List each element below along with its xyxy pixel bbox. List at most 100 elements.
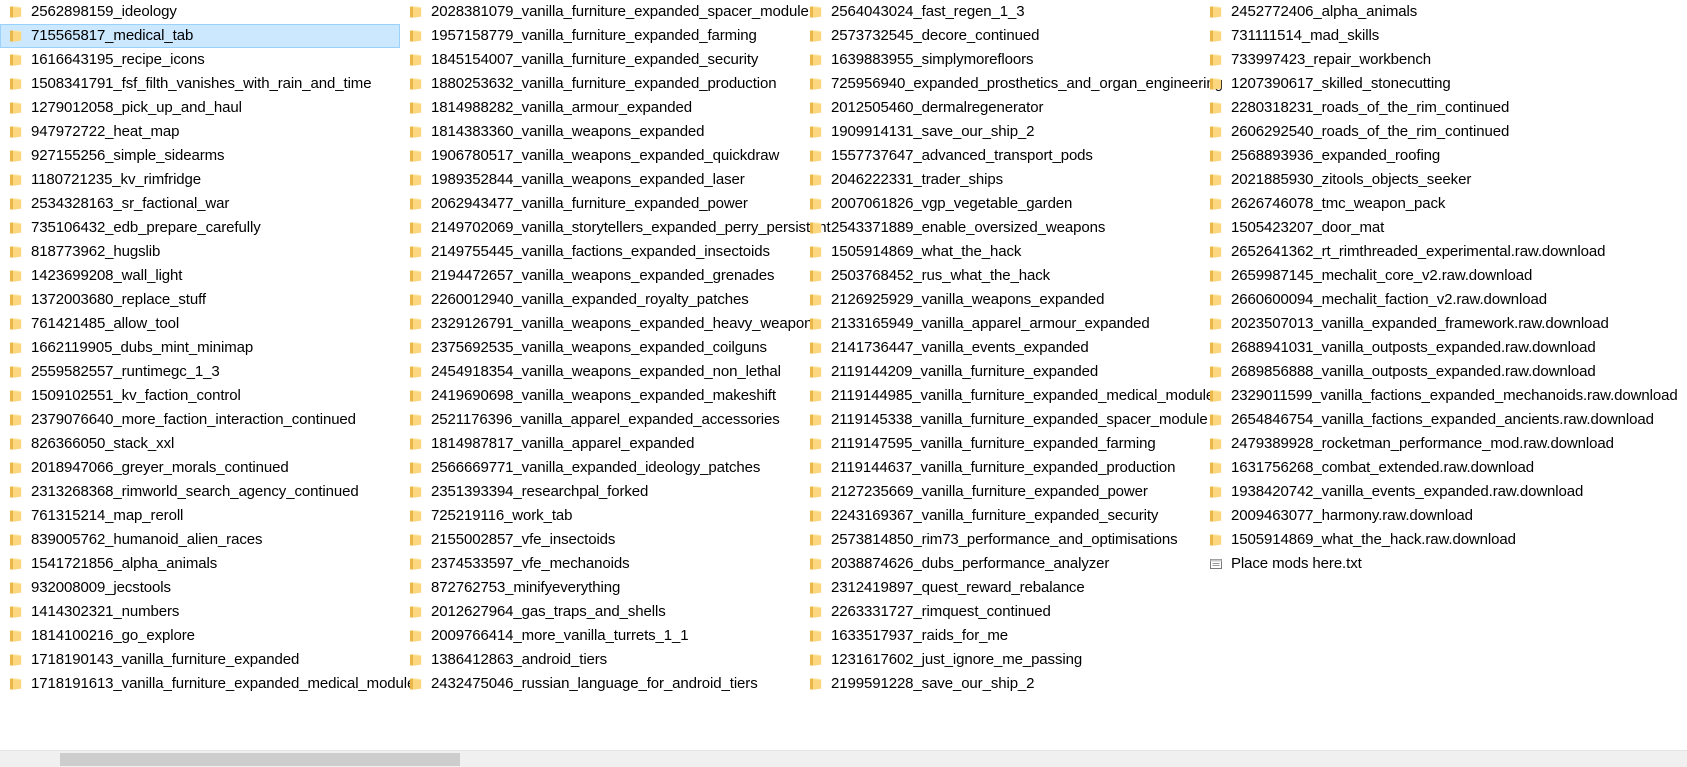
- file-row[interactable]: 1505914869_what_the_hack: [800, 240, 1200, 264]
- file-row[interactable]: 1938420742_vanilla_events_expanded.raw.d…: [1200, 480, 1687, 504]
- file-row[interactable]: 2012505460_dermalregenerator: [800, 96, 1200, 120]
- file-row[interactable]: 2023507013_vanilla_expanded_framework.ra…: [1200, 312, 1687, 336]
- file-row[interactable]: 2007061826_vgp_vegetable_garden: [800, 192, 1200, 216]
- file-row[interactable]: 2194472657_vanilla_weapons_expanded_gren…: [400, 264, 800, 288]
- file-row[interactable]: 2062943477_vanilla_furniture_expanded_po…: [400, 192, 800, 216]
- file-row[interactable]: 2559582557_runtimegc_1_3: [0, 360, 400, 384]
- file-row[interactable]: 2689856888_vanilla_outposts_expanded.raw…: [1200, 360, 1687, 384]
- file-row[interactable]: 2564043024_fast_regen_1_3: [800, 0, 1200, 24]
- horizontal-scrollbar[interactable]: [0, 750, 1687, 767]
- file-row[interactable]: 2263331727_rimquest_continued: [800, 600, 1200, 624]
- file-row[interactable]: 2149755445_vanilla_factions_expanded_ins…: [400, 240, 800, 264]
- file-row[interactable]: 761421485_allow_tool: [0, 312, 400, 336]
- file-row[interactable]: 2521176396_vanilla_apparel_expanded_acce…: [400, 408, 800, 432]
- file-row[interactable]: 1814988282_vanilla_armour_expanded: [400, 96, 800, 120]
- file-row[interactable]: 2432475046_russian_language_for_android_…: [400, 672, 800, 696]
- file-row[interactable]: 1814100216_go_explore: [0, 624, 400, 648]
- file-row[interactable]: 1906780517_vanilla_weapons_expanded_quic…: [400, 144, 800, 168]
- file-row[interactable]: 1880253632_vanilla_furniture_expanded_pr…: [400, 72, 800, 96]
- file-row[interactable]: 1814987817_vanilla_apparel_expanded: [400, 432, 800, 456]
- file-row[interactable]: 2149702069_vanilla_storytellers_expanded…: [400, 216, 831, 240]
- file-row[interactable]: 2374533597_vfe_mechanoids: [400, 552, 800, 576]
- file-row[interactable]: 2419690698_vanilla_weapons_expanded_make…: [400, 384, 800, 408]
- file-row[interactable]: 947972722_heat_map: [0, 120, 400, 144]
- file-row[interactable]: 1279012058_pick_up_and_haul: [0, 96, 400, 120]
- scrollbar-thumb[interactable]: [60, 753, 460, 766]
- file-row[interactable]: 2379076640_more_faction_interaction_cont…: [0, 408, 400, 432]
- file-row[interactable]: 761315214_map_reroll: [0, 504, 400, 528]
- file-row[interactable]: 2573732545_decore_continued: [800, 24, 1200, 48]
- file-row[interactable]: 872762753_minifyeverything: [400, 576, 800, 600]
- file-row[interactable]: 2660600094_mechalit_faction_v2.raw.downl…: [1200, 288, 1687, 312]
- file-row[interactable]: 2562898159_ideology: [0, 0, 400, 24]
- file-row[interactable]: 1616643195_recipe_icons: [0, 48, 400, 72]
- file-row[interactable]: 2688941031_vanilla_outposts_expanded.raw…: [1200, 336, 1687, 360]
- file-row-selected[interactable]: 715565817_medical_tab: [0, 24, 400, 48]
- file-row[interactable]: 1207390617_skilled_stonecutting: [1200, 72, 1687, 96]
- file-row[interactable]: 2126925929_vanilla_weapons_expanded: [800, 288, 1200, 312]
- file-row[interactable]: 1909914131_save_our_ship_2: [800, 120, 1200, 144]
- file-row[interactable]: 2329126791_vanilla_weapons_expanded_heav…: [400, 312, 820, 336]
- file-row[interactable]: 1957158779_vanilla_furniture_expanded_fa…: [400, 24, 800, 48]
- file-row[interactable]: 1541721856_alpha_animals: [0, 552, 400, 576]
- file-row[interactable]: 2133165949_vanilla_apparel_armour_expand…: [800, 312, 1200, 336]
- file-row[interactable]: 2018947066_greyer_morals_continued: [0, 456, 400, 480]
- file-row[interactable]: 2009766414_more_vanilla_turrets_1_1: [400, 624, 800, 648]
- file-row[interactable]: 2606292540_roads_of_the_rim_continued: [1200, 120, 1687, 144]
- scrollbar-track-left[interactable]: [0, 751, 60, 767]
- file-row[interactable]: 1505914869_what_the_hack.raw.download: [1200, 528, 1687, 552]
- file-row[interactable]: 1180721235_kv_rimfridge: [0, 168, 400, 192]
- file-row[interactable]: 2375692535_vanilla_weapons_expanded_coil…: [400, 336, 800, 360]
- file-row[interactable]: 1505423207_door_mat: [1200, 216, 1687, 240]
- file-row[interactable]: 1386412863_android_tiers: [400, 648, 800, 672]
- file-list-view[interactable]: 2562898159_ideology 715565817_medical_tab…: [0, 0, 1687, 711]
- file-row[interactable]: 2243169367_vanilla_furniture_expanded_se…: [800, 504, 1200, 528]
- file-row[interactable]: 2021885930_zitools_objects_seeker: [1200, 168, 1687, 192]
- file-row[interactable]: 1372003680_replace_stuff: [0, 288, 400, 312]
- file-row[interactable]: 2038874626_dubs_performance_analyzer: [800, 552, 1200, 576]
- file-row[interactable]: 2312419897_quest_reward_rebalance: [800, 576, 1200, 600]
- file-row[interactable]: 2503768452_rus_what_the_hack: [800, 264, 1200, 288]
- file-row[interactable]: 2568893936_expanded_roofing: [1200, 144, 1687, 168]
- file-row[interactable]: 2260012940_vanilla_expanded_royalty_patc…: [400, 288, 800, 312]
- file-row[interactable]: 818773962_hugslib: [0, 240, 400, 264]
- file-row[interactable]: 733997423_repair_workbench: [1200, 48, 1687, 72]
- file-row[interactable]: 932008009_jecstools: [0, 576, 400, 600]
- file-row[interactable]: 1633517937_raids_for_me: [800, 624, 1200, 648]
- file-row[interactable]: 725219116_work_tab: [400, 504, 800, 528]
- file-row[interactable]: 2351393394_researchpal_forked: [400, 480, 800, 504]
- file-row[interactable]: 1718190143_vanilla_furniture_expanded: [0, 648, 400, 672]
- file-row[interactable]: 2119147595_vanilla_furniture_expanded_fa…: [800, 432, 1200, 456]
- file-row[interactable]: 2280318231_roads_of_the_rim_continued: [1200, 96, 1687, 120]
- file-row[interactable]: 2659987145_mechalit_core_v2.raw.download: [1200, 264, 1687, 288]
- file-row[interactable]: 2119145338_vanilla_furniture_expanded_sp…: [800, 408, 1208, 432]
- file-row[interactable]: 2127235669_vanilla_furniture_expanded_po…: [800, 480, 1200, 504]
- file-row[interactable]: 2452772406_alpha_animals: [1200, 0, 1687, 24]
- file-row[interactable]: 1414302321_numbers: [0, 600, 400, 624]
- file-row[interactable]: 1231617602_just_ignore_me_passing: [800, 648, 1200, 672]
- file-row[interactable]: 1631756268_combat_extended.raw.download: [1200, 456, 1687, 480]
- file-row[interactable]: 2155002857_vfe_insectoids: [400, 528, 800, 552]
- file-row[interactable]: 725956940_expanded_prosthetics_and_organ…: [800, 72, 1223, 96]
- file-row[interactable]: 1662119905_dubs_mint_minimap: [0, 336, 400, 360]
- file-row[interactable]: 2626746078_tmc_weapon_pack: [1200, 192, 1687, 216]
- file-row[interactable]: 1509102551_kv_faction_control: [0, 384, 400, 408]
- file-row[interactable]: 1989352844_vanilla_weapons_expanded_lase…: [400, 168, 800, 192]
- file-row[interactable]: 2454918354_vanilla_weapons_expanded_non_…: [400, 360, 800, 384]
- file-row[interactable]: 1557737647_advanced_transport_pods: [800, 144, 1200, 168]
- file-row[interactable]: 2119144209_vanilla_furniture_expanded: [800, 360, 1200, 384]
- file-row[interactable]: 2313268368_rimworld_search_agency_contin…: [0, 480, 400, 504]
- file-row[interactable]: 1639883955_simplymorefloors: [800, 48, 1200, 72]
- file-row[interactable]: 2543371889_enable_oversized_weapons: [800, 216, 1200, 240]
- file-row[interactable]: 2119144637_vanilla_furniture_expanded_pr…: [800, 456, 1200, 480]
- file-row[interactable]: 1814383360_vanilla_weapons_expanded: [400, 120, 800, 144]
- file-row[interactable]: 735106432_edb_prepare_carefully: [0, 216, 400, 240]
- file-row[interactable]: 2046222331_trader_ships: [800, 168, 1200, 192]
- file-row[interactable]: 2566669771_vanilla_expanded_ideology_pat…: [400, 456, 800, 480]
- file-row[interactable]: 2199591228_save_our_ship_2: [800, 672, 1200, 696]
- file-row[interactable]: 2028381079_vanilla_furniture_expanded_sp…: [400, 0, 809, 24]
- file-row[interactable]: 2329011599_vanilla_factions_expanded_mec…: [1200, 384, 1687, 408]
- file-row[interactable]: 2141736447_vanilla_events_expanded: [800, 336, 1200, 360]
- file-row[interactable]: 2479389928_rocketman_performance_mod.raw…: [1200, 432, 1687, 456]
- file-row[interactable]: 826366050_stack_xxl: [0, 432, 400, 456]
